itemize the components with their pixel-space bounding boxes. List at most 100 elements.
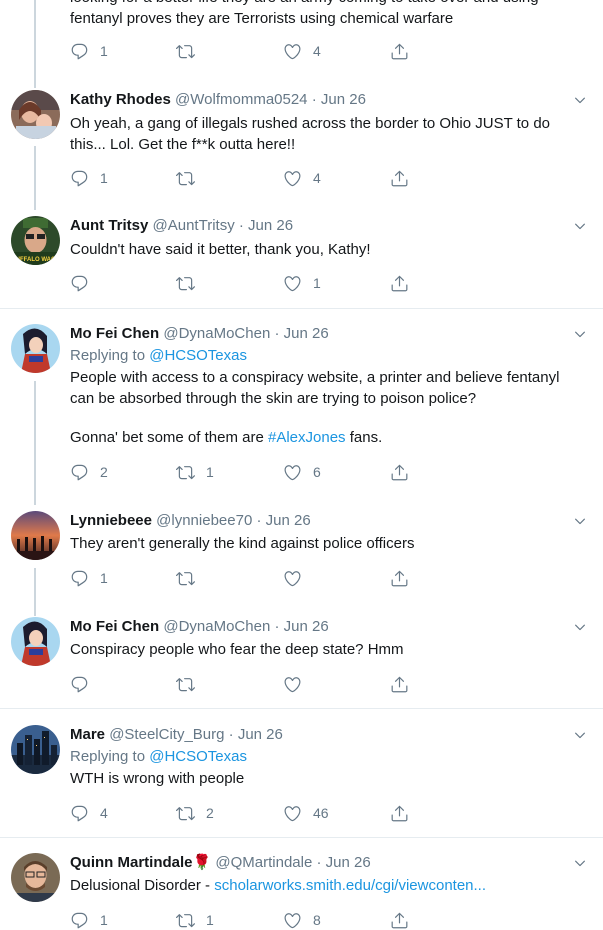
- like-button[interactable]: 8: [283, 909, 321, 930]
- author-name[interactable]: Mare: [70, 726, 105, 743]
- reply-button[interactable]: 1: [70, 40, 108, 62]
- author-name[interactable]: Lynniebeee: [70, 512, 152, 529]
- tweet-partial[interactable]: looking for a better life they are an ar…: [0, 0, 603, 75]
- retweet-button[interactable]: 2: [176, 802, 214, 824]
- avatar[interactable]: [11, 725, 60, 774]
- separator-dot: ·: [238, 217, 244, 234]
- chevron-down-icon[interactable]: [573, 620, 587, 634]
- reply-icon: [70, 274, 89, 293]
- external-link[interactable]: scholarworks.smith.edu/cgi/viewconten...: [214, 877, 486, 894]
- author-name[interactable]: Quinn Martindale: [70, 854, 193, 871]
- like-count: 8: [313, 912, 321, 928]
- avatar-image: BUFFALO WAGS: [11, 216, 60, 265]
- tweet[interactable]: BUFFALO WAGS Aunt Tritsy @AuntTritsy · J…: [0, 216, 603, 296]
- tweet[interactable]: Lynniebeee @lynniebee70 · Jun 26 They ar…: [0, 511, 603, 591]
- reply-icon: [70, 42, 89, 61]
- like-button[interactable]: 6: [283, 461, 321, 483]
- like-button[interactable]: 4: [283, 167, 321, 189]
- retweet-button[interactable]: [176, 272, 206, 294]
- chevron-down-icon[interactable]: [573, 219, 587, 233]
- replying-mention-link[interactable]: @HCSOTexas: [149, 748, 247, 765]
- share-button[interactable]: [390, 167, 409, 189]
- like-count: 4: [313, 43, 321, 59]
- chevron-down-icon[interactable]: [573, 728, 587, 742]
- reply-button[interactable]: 1: [70, 909, 108, 930]
- avatar[interactable]: [11, 853, 60, 902]
- author-name[interactable]: Mo Fei Chen: [70, 618, 159, 635]
- tweet-text-line: fentanyl proves they are Terrorists usin…: [70, 10, 454, 27]
- retweet-button[interactable]: 1: [176, 461, 214, 483]
- like-button[interactable]: [283, 567, 313, 589]
- heart-icon: [283, 169, 302, 188]
- tweet-date[interactable]: Jun 26: [284, 325, 329, 342]
- tweet-paragraph: Gonna' bet some of them are #AlexJones f…: [70, 427, 583, 448]
- tweet-text-segment: fans.: [349, 429, 383, 446]
- avatar[interactable]: [11, 511, 60, 560]
- chevron-down-icon[interactable]: [573, 856, 587, 870]
- share-button[interactable]: [390, 673, 409, 695]
- replying-to: Replying to @HCSOTexas: [70, 746, 583, 767]
- tweet-actions: 1: [70, 272, 430, 294]
- share-button[interactable]: [390, 461, 409, 483]
- reply-button[interactable]: [70, 673, 100, 695]
- avatar-image: [11, 853, 60, 902]
- author-name[interactable]: Mo Fei Chen: [70, 325, 159, 342]
- chevron-down-icon[interactable]: [573, 514, 587, 528]
- tweet-date[interactable]: Jun 26: [284, 618, 329, 635]
- reply-button[interactable]: 2: [70, 461, 108, 483]
- tweet-date[interactable]: Jun 26: [238, 726, 283, 743]
- retweet-count: 1: [206, 464, 214, 480]
- tweet-header: Aunt Tritsy @AuntTritsy · Jun 26: [70, 216, 583, 236]
- replying-mention-link[interactable]: @HCSOTexas: [149, 347, 247, 364]
- retweet-count: 1: [206, 912, 214, 928]
- tweet[interactable]: Kathy Rhodes @Wolfmomma0524 · Jun 26 Oh …: [0, 90, 603, 200]
- tweet-date[interactable]: Jun 26: [326, 854, 371, 871]
- tweet[interactable]: Mo Fei Chen @DynaMoChen · Jun 26 Replyin…: [0, 324, 603, 494]
- retweet-button[interactable]: [176, 167, 206, 189]
- chevron-down-icon[interactable]: [573, 327, 587, 341]
- like-button[interactable]: [283, 673, 313, 695]
- avatar[interactable]: [11, 324, 60, 373]
- avatar-caption: BUFFALO WAGS: [11, 257, 59, 263]
- reply-button[interactable]: [70, 272, 100, 294]
- retweet-icon: [176, 274, 195, 293]
- reply-button[interactable]: 1: [70, 567, 108, 589]
- reply-button[interactable]: 1: [70, 167, 108, 189]
- author-handle[interactable]: @Wolfmomma0524: [175, 91, 308, 108]
- chevron-down-icon[interactable]: [573, 93, 587, 107]
- share-button[interactable]: [390, 40, 409, 62]
- avatar[interactable]: [11, 90, 60, 139]
- avatar[interactable]: BUFFALO WAGS: [11, 216, 60, 265]
- reply-button[interactable]: 4: [70, 802, 108, 824]
- share-button[interactable]: [390, 909, 409, 930]
- author-name[interactable]: Kathy Rhodes: [70, 91, 171, 108]
- author-handle[interactable]: @SteelCity_Burg: [109, 726, 224, 743]
- tweet[interactable]: Mo Fei Chen @DynaMoChen · Jun 26 Conspir…: [0, 617, 603, 697]
- author-handle[interactable]: @DynaMoChen: [163, 325, 270, 342]
- retweet-button[interactable]: [176, 567, 206, 589]
- like-button[interactable]: 4: [283, 40, 321, 62]
- share-button[interactable]: [390, 802, 409, 824]
- retweet-button[interactable]: [176, 673, 206, 695]
- like-button[interactable]: 46: [283, 802, 329, 824]
- tweet[interactable]: Quinn Martindale🌹 @QMartindale · Jun 26 …: [0, 853, 603, 930]
- author-name[interactable]: Aunt Tritsy: [70, 217, 148, 234]
- tweet-date[interactable]: Jun 26: [321, 91, 366, 108]
- share-button[interactable]: [390, 272, 409, 294]
- retweet-button[interactable]: [176, 40, 206, 62]
- retweet-button[interactable]: 1: [176, 909, 214, 930]
- tweet[interactable]: Mare @SteelCity_Burg · Jun 26 Replying t…: [0, 725, 603, 835]
- share-button[interactable]: [390, 567, 409, 589]
- author-handle[interactable]: @lynniebee70: [156, 512, 252, 529]
- tweet-date[interactable]: Jun 26: [248, 217, 293, 234]
- author-handle[interactable]: @QMartindale: [215, 854, 312, 871]
- heart-icon: [283, 274, 302, 293]
- tweet-actions: [70, 673, 430, 695]
- tweet-text: Delusional Disorder - scholarworks.smith…: [70, 875, 583, 896]
- tweet-date[interactable]: Jun 26: [266, 512, 311, 529]
- avatar[interactable]: [11, 617, 60, 666]
- hashtag-link[interactable]: #AlexJones: [268, 429, 346, 446]
- like-button[interactable]: 1: [283, 272, 321, 294]
- author-handle[interactable]: @AuntTritsy: [153, 217, 235, 234]
- author-handle[interactable]: @DynaMoChen: [163, 618, 270, 635]
